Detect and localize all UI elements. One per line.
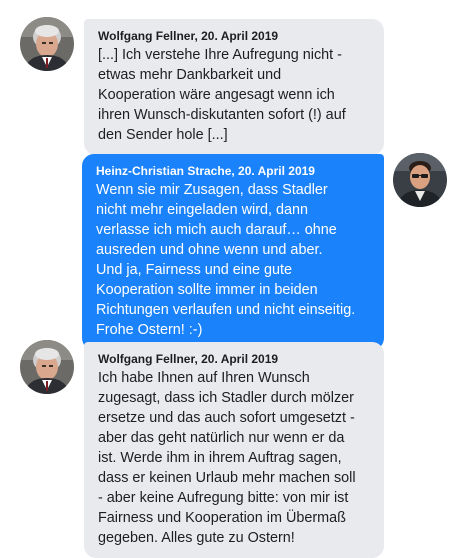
message-text: Wenn sie mir Zusagen, dass Stadler nicht…	[96, 182, 356, 338]
message-text: [...] Ich verstehe Ihre Aufregung nicht …	[98, 47, 346, 143]
message-sender: Wolfgang Fellner, 20. April 2019	[98, 29, 279, 43]
message-bubble-incoming: Wolfgang Fellner, 20. April 2019 [...] I…	[84, 19, 384, 155]
message-sender: Heinz-Christian Strache, 20. April 2019	[96, 164, 315, 178]
message-bubble-incoming: Wolfgang Fellner, 20. April 2019 Ich hab…	[84, 342, 384, 558]
avatar-fellner-image	[20, 17, 74, 71]
message-sender: Wolfgang Fellner, 20. April 2019	[98, 352, 279, 366]
avatar-fellner	[20, 17, 74, 71]
avatar-strache	[393, 153, 447, 207]
message-bubble-outgoing: Heinz-Christian Strache, 20. April 2019 …	[82, 154, 384, 350]
avatar-fellner	[20, 340, 74, 394]
message-text: Ich habe Ihnen auf Ihren Wunsch zugesagt…	[98, 370, 356, 546]
avatar-strache-image	[393, 153, 447, 207]
avatar-fellner-image	[20, 340, 74, 394]
